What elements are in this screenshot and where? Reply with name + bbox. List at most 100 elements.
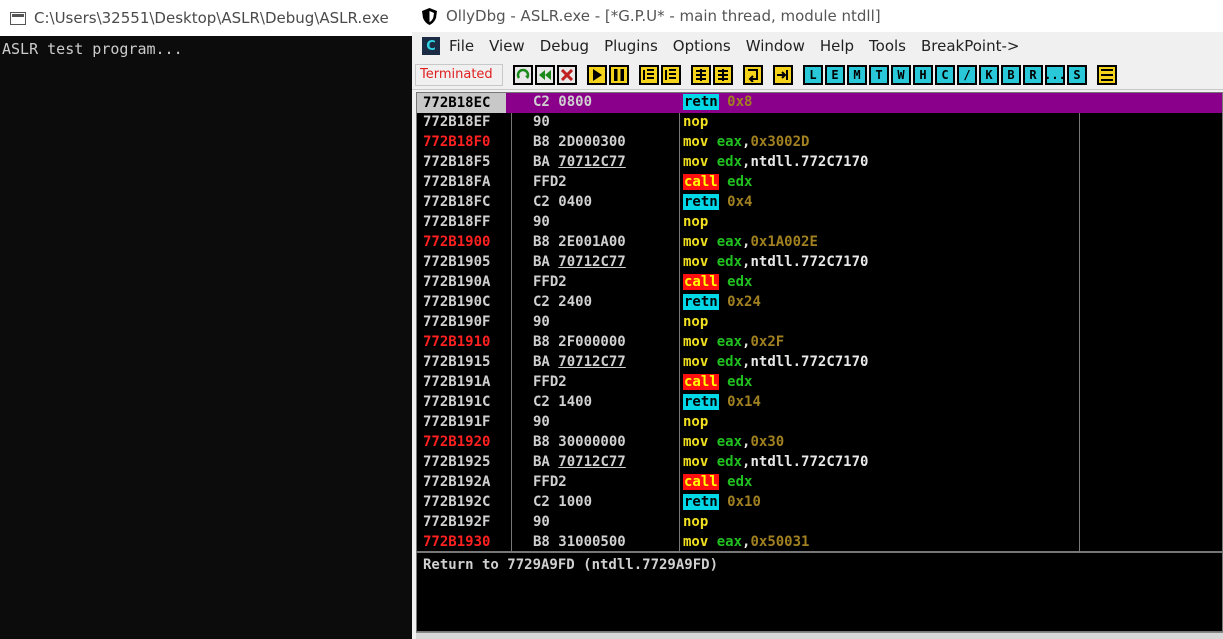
disasm-address: 772B1910 <box>423 334 491 350</box>
menu-tools[interactable]: Tools <box>869 37 906 55</box>
disasm-row[interactable]: 772B1920 B8 30000000 mov eax,0x30 <box>417 433 1222 453</box>
disasm-row[interactable]: 772B190C C2 2400 retn 0x24 <box>417 293 1222 313</box>
execute-till-return-icon[interactable] <box>743 64 763 85</box>
toolbar: Terminated L E M T W H C / K B R ... S <box>412 60 1223 90</box>
disasm-hex-bytes: 90 <box>533 514 550 530</box>
disasm-row[interactable]: 772B191A FFD2 call edx <box>417 373 1222 393</box>
disasm-address: 772B1920 <box>423 434 491 450</box>
disasm-address: 772B192C <box>423 494 491 510</box>
disasm-hex-bytes: B8 30000000 <box>533 434 626 450</box>
pause-icon[interactable] <box>609 64 629 85</box>
disasm-hex-bytes: FFD2 <box>533 274 567 290</box>
disasm-instruction: nop <box>683 414 709 430</box>
window-call-stack-button[interactable]: K <box>979 64 999 85</box>
disassembly-pane[interactable]: 772B18EC C2 0800 retn 0x8 772B18EF 90 nop 772B… <box>416 92 1223 552</box>
disasm-row[interactable]: 772B1915 BA 70712C77 mov edx,ntdll.772C717… <box>417 353 1222 373</box>
menu-view[interactable]: View <box>489 37 525 55</box>
window-run-trace-button[interactable]: ... <box>1044 64 1066 85</box>
disasm-instruction: call edx <box>683 274 753 290</box>
disasm-row[interactable]: 772B190F 90 nop <box>417 313 1222 333</box>
disasm-row[interactable]: 772B18FF 90 nop <box>417 213 1222 233</box>
console-output-area[interactable]: ASLR test program... <box>0 36 412 639</box>
window-memory-map-button[interactable]: M <box>847 64 867 85</box>
window-patches-button[interactable]: / <box>957 64 977 85</box>
console-output-text: ASLR test program... <box>2 40 183 58</box>
disasm-row[interactable]: 772B191C C2 1400 retn 0x14 <box>417 393 1222 413</box>
goto-icon[interactable] <box>773 64 793 85</box>
step-into-icon[interactable] <box>639 64 659 85</box>
disasm-row[interactable]: 772B192F 90 nop <box>417 513 1222 533</box>
menu-debug[interactable]: Debug <box>540 37 589 55</box>
menu-options[interactable]: Options <box>673 37 731 55</box>
disasm-hex-bytes: 90 <box>533 214 550 230</box>
menu-plugins[interactable]: Plugins <box>604 37 658 55</box>
disasm-row[interactable]: 772B1925 BA 70712C77 mov edx,ntdll.772C717… <box>417 453 1222 473</box>
disasm-address: 772B192F <box>423 514 491 530</box>
window-log-button[interactable]: L <box>803 64 823 85</box>
disasm-instruction: call edx <box>683 474 753 490</box>
window-breakpoints-button[interactable]: B <box>1001 64 1021 85</box>
disasm-address: 772B1925 <box>423 454 491 470</box>
disasm-hex-bytes: BA 70712C77 <box>533 354 626 370</box>
step-over-icon[interactable] <box>661 64 681 85</box>
disasm-address: 772B191C <box>423 394 491 410</box>
disasm-address: 772B190C <box>423 294 491 310</box>
disasm-instruction: mov eax,0x50031 <box>683 534 810 550</box>
disasm-instruction: mov edx,ntdll.772C7170 <box>683 254 869 270</box>
list-icon[interactable] <box>1097 64 1117 85</box>
disasm-row[interactable]: 772B1930 B8 31000500 mov eax,0x50031 <box>417 533 1222 551</box>
disasm-address: 772B1915 <box>423 354 491 370</box>
disasm-instruction: nop <box>683 514 709 530</box>
info-pane[interactable]: Return to 7729A9FD (ntdll.7729A9FD) <box>416 552 1223 632</box>
run-icon[interactable] <box>587 64 607 85</box>
console-window: C:\Users\32551\Desktop\ASLR\Debug\ASLR.e… <box>0 0 412 639</box>
disasm-instruction: nop <box>683 314 709 330</box>
disasm-hex-bytes: 90 <box>533 114 550 130</box>
window-handles-button[interactable]: H <box>913 64 933 85</box>
window-executable-modules-button[interactable]: E <box>825 64 845 85</box>
status-indicator: Terminated <box>415 63 503 86</box>
disasm-row[interactable]: 772B18F0 B8 2D000300 mov eax,0x3002D <box>417 133 1222 153</box>
info-line: Return to 7729A9FD (ntdll.7729A9FD) <box>423 557 719 573</box>
disasm-row[interactable]: 772B18EF 90 nop <box>417 113 1222 133</box>
disasm-row[interactable]: 772B192C C2 1000 retn 0x10 <box>417 493 1222 513</box>
disasm-row[interactable]: 772B190A FFD2 call edx <box>417 273 1222 293</box>
window-cpu-button[interactable]: C <box>935 64 955 85</box>
dump-pane-header[interactable] <box>416 632 1223 639</box>
window-references-button[interactable]: R <box>1023 64 1043 85</box>
close-icon[interactable] <box>557 64 577 85</box>
window-source-button[interactable]: S <box>1067 64 1087 85</box>
disasm-row[interactable]: 772B1905 BA 70712C77 mov edx,ntdll.772C717… <box>417 253 1222 273</box>
console-app-icon <box>10 11 26 25</box>
disasm-row[interactable]: 772B18F5 BA 70712C77 mov edx,ntdll.772C717… <box>417 153 1222 173</box>
ollydbg-title: OllyDbg - ASLR.exe - [*G.P.U* - main thr… <box>446 7 881 25</box>
disasm-row[interactable]: 772B1900 B8 2E001A00 mov eax,0x1A002E <box>417 233 1222 253</box>
trace-into-icon[interactable] <box>691 64 711 85</box>
menu-file[interactable]: File <box>449 37 474 55</box>
app-icon[interactable]: C <box>422 37 440 55</box>
rewind-icon[interactable] <box>535 64 555 85</box>
disasm-row[interactable]: 772B18FA FFD2 call edx <box>417 173 1222 193</box>
restart-icon[interactable] <box>513 64 533 85</box>
disasm-row[interactable]: 772B191F 90 nop <box>417 413 1222 433</box>
disasm-hex-bytes: 90 <box>533 314 550 330</box>
ollydbg-window: OllyDbg - ASLR.exe - [*G.P.U* - main thr… <box>412 0 1223 639</box>
window-windows-button[interactable]: W <box>891 64 911 85</box>
window-threads-button[interactable]: T <box>869 64 889 85</box>
shield-icon <box>422 7 437 25</box>
trace-over-icon[interactable] <box>713 64 733 85</box>
disasm-row[interactable]: 772B18FC C2 0400 retn 0x4 <box>417 193 1222 213</box>
disasm-row[interactable]: 772B192A FFD2 call edx <box>417 473 1222 493</box>
menu-breakpoint[interactable]: BreakPoint-> <box>921 37 1019 55</box>
disasm-instruction: retn 0x4 <box>683 194 753 210</box>
disasm-row[interactable]: 772B18EC C2 0800 retn 0x8 <box>417 93 1222 113</box>
disasm-instruction: call edx <box>683 174 753 190</box>
disasm-hex-bytes: BA 70712C77 <box>533 154 626 170</box>
disasm-address: 772B18FF <box>423 214 491 230</box>
ollydbg-titlebar[interactable]: OllyDbg - ASLR.exe - [*G.P.U* - main thr… <box>412 0 1223 32</box>
console-titlebar[interactable]: C:\Users\32551\Desktop\ASLR\Debug\ASLR.e… <box>0 0 412 36</box>
disasm-address: 772B1900 <box>423 234 491 250</box>
menu-help[interactable]: Help <box>820 37 854 55</box>
menu-window[interactable]: Window <box>746 37 805 55</box>
disasm-row[interactable]: 772B1910 B8 2F000000 mov eax,0x2F <box>417 333 1222 353</box>
